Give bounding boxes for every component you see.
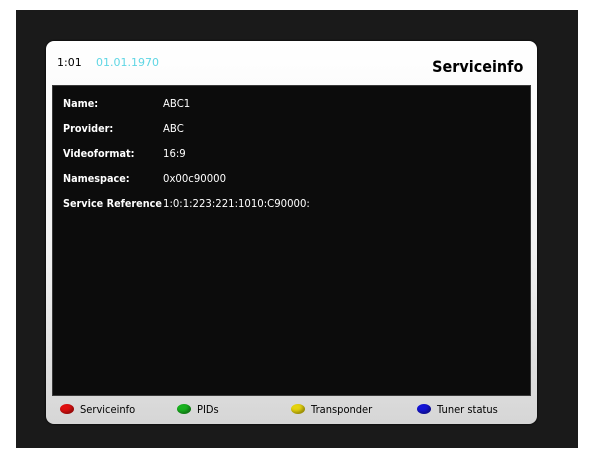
red-button-serviceinfo[interactable]: Serviceinfo (60, 402, 141, 418)
yellow-button-label: Transponder (311, 402, 373, 416)
green-button-label: PIDs (197, 402, 219, 416)
clock: 1:01 (57, 56, 82, 69)
blue-key-icon (417, 404, 431, 414)
info-value: ABC (163, 122, 184, 135)
info-label: Name: (63, 97, 99, 110)
info-label: Namespace: (63, 172, 130, 185)
green-button-pids[interactable]: PIDs (177, 402, 221, 418)
yellow-button-transponder[interactable]: Transponder (291, 402, 379, 418)
blue-button-label: Tuner status (437, 402, 498, 416)
info-value: 16:9 (163, 147, 186, 160)
red-button-label: Serviceinfo (80, 402, 136, 416)
green-key-icon (177, 404, 191, 414)
info-value: 1:0:1:223:221:1010:C90000: (163, 197, 310, 210)
info-value: ABC1 (163, 97, 191, 110)
color-key-bar: Serviceinfo PIDs Transponder Tuner statu… (46, 398, 537, 420)
info-label: Videoformat: (63, 147, 135, 160)
yellow-key-icon (291, 404, 305, 414)
window-header: 1:01 01.01.1970 Serviceinfo (46, 41, 537, 85)
red-key-icon (60, 404, 74, 414)
window-title: Serviceinfo (431, 57, 523, 76)
info-panel: Name: ABC1 Provider: ABC Videoformat: 16… (52, 85, 531, 396)
blue-button-tuner-status[interactable]: Tuner status (417, 402, 505, 418)
tv-screen: 1:01 01.01.1970 Serviceinfo Name: ABC1 P… (16, 10, 578, 448)
date: 01.01.1970 (96, 56, 159, 69)
info-label: Provider: (63, 122, 114, 135)
info-label: Service Reference (63, 197, 162, 210)
info-value: 0x00c90000 (163, 172, 227, 185)
serviceinfo-window: 1:01 01.01.1970 Serviceinfo Name: ABC1 P… (46, 41, 537, 424)
